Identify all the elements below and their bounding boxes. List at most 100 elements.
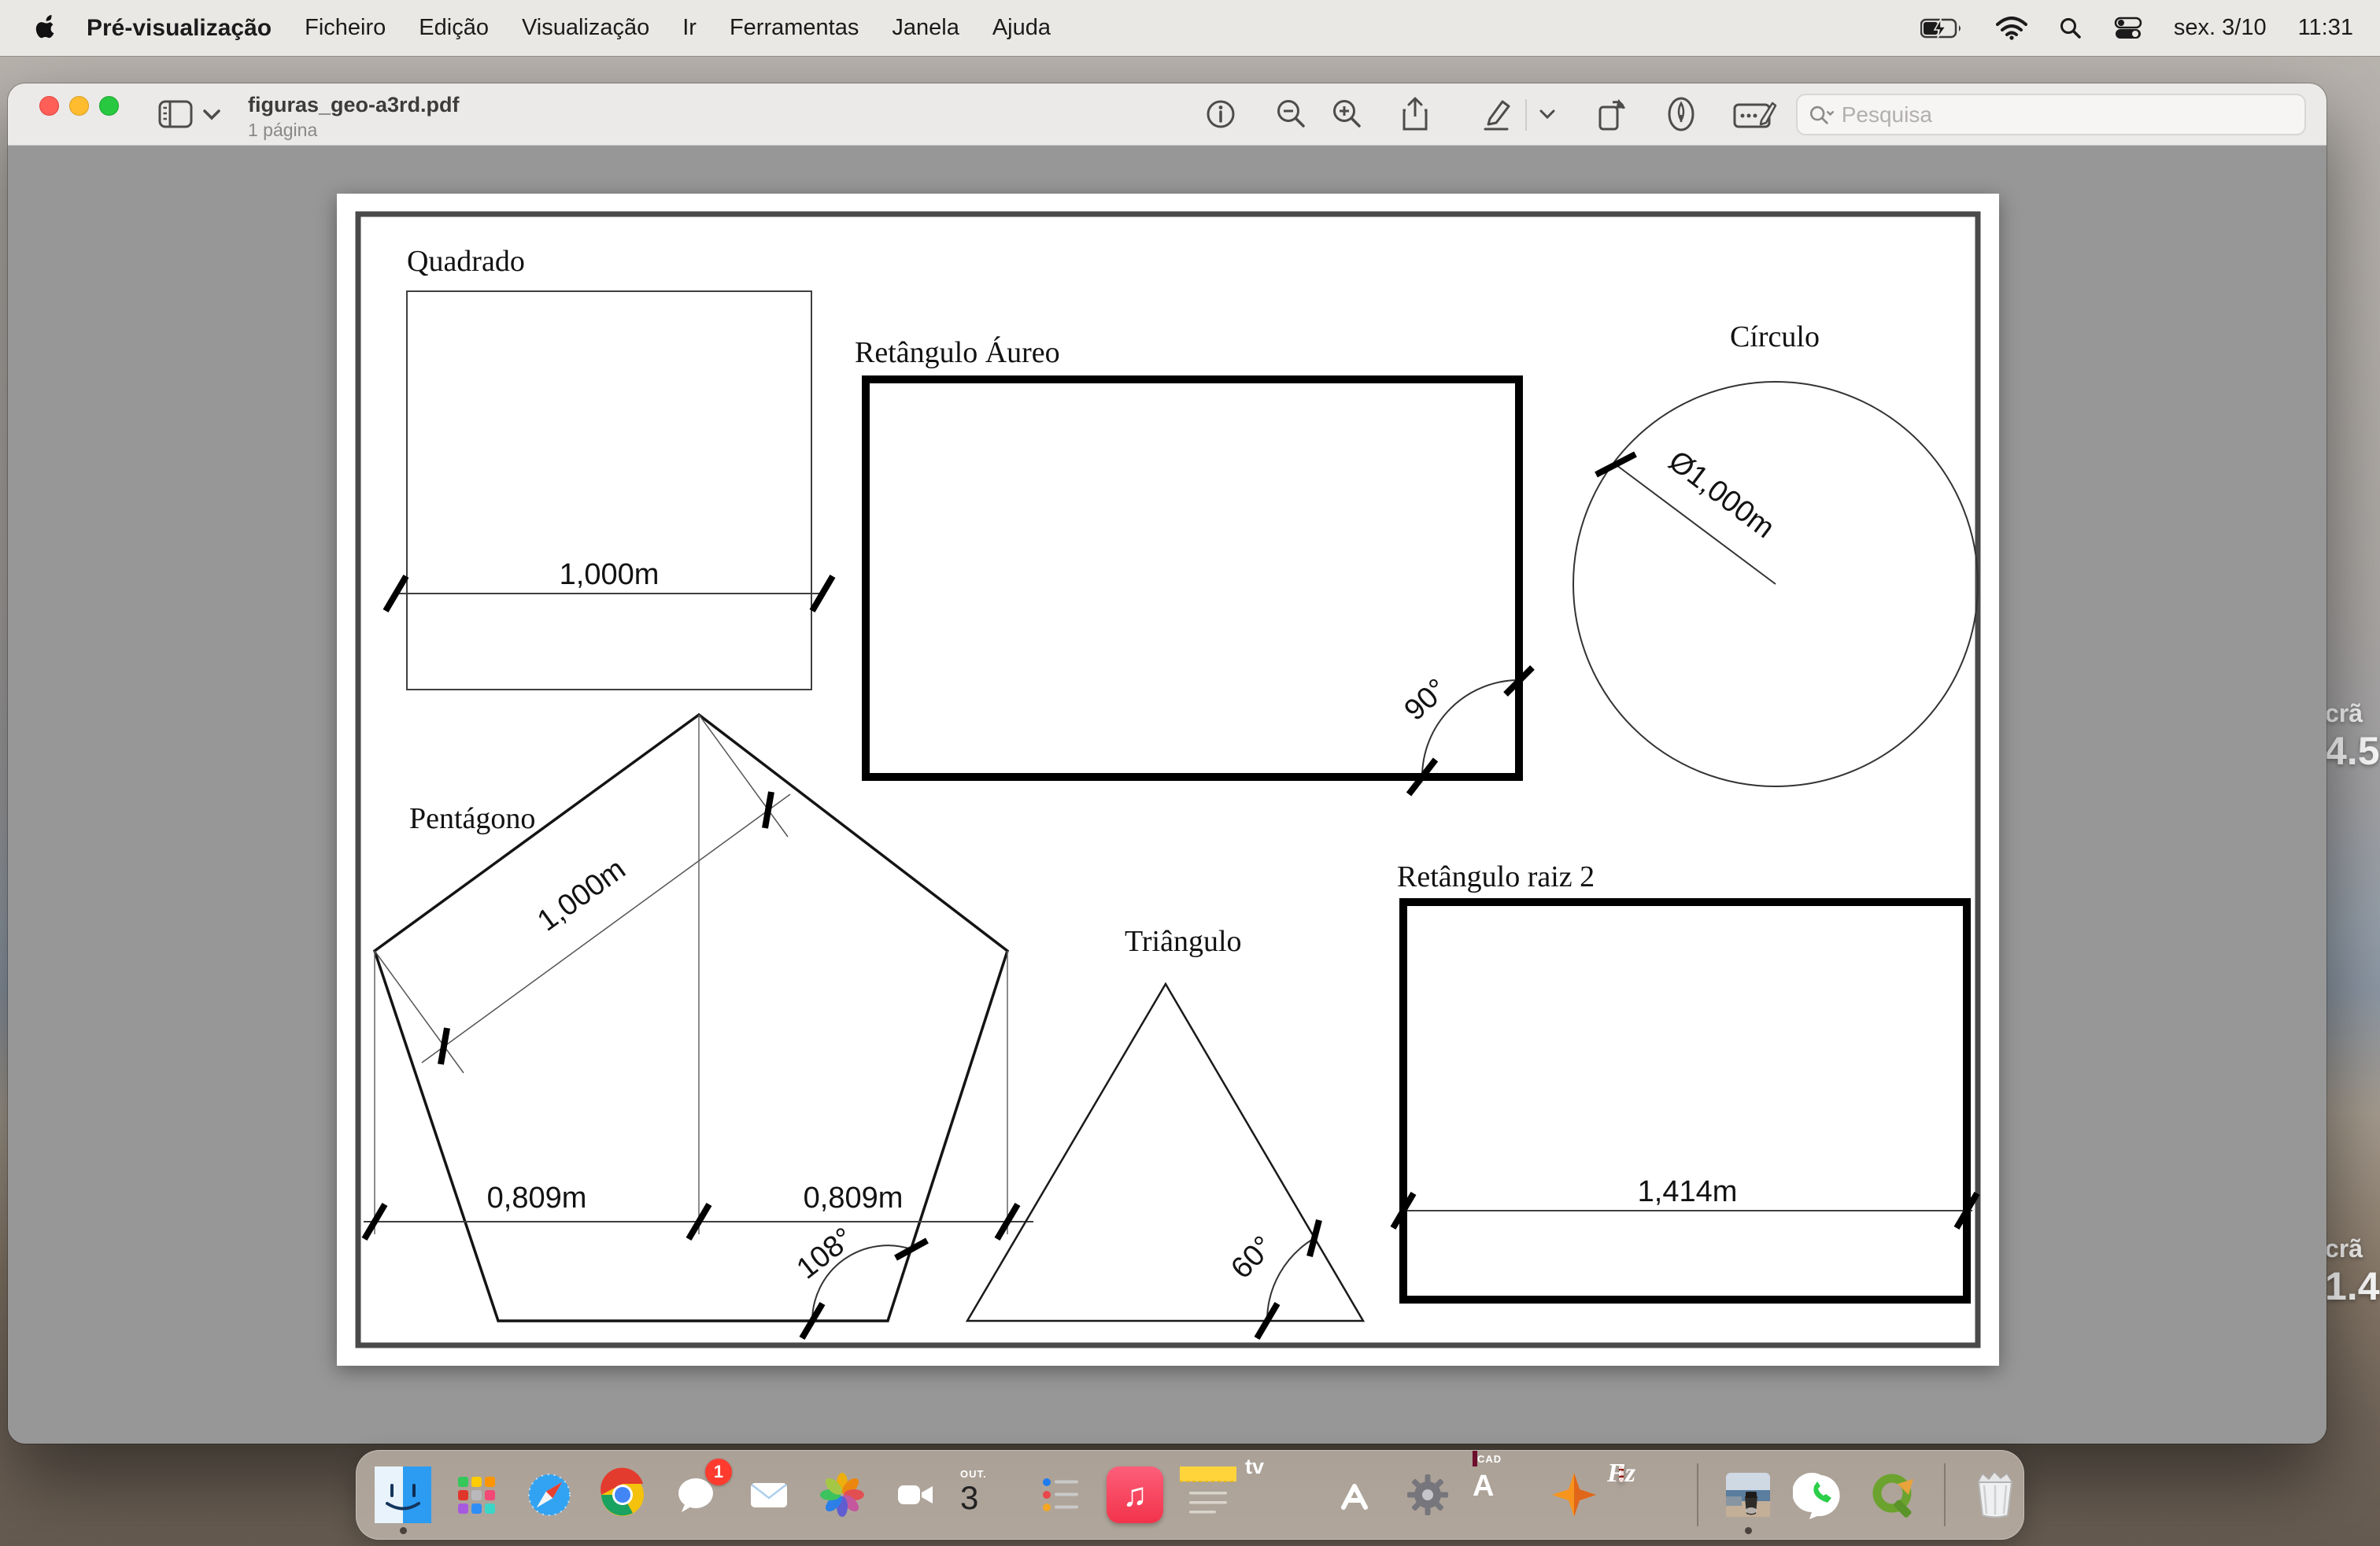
search-field[interactable]: [1796, 94, 2306, 135]
menu-janela[interactable]: Janela: [892, 15, 959, 41]
markup-pencil-button[interactable]: [1476, 92, 1516, 136]
dimension-label: 1,414m: [1638, 1175, 1738, 1208]
dock-facetime[interactable]: [887, 1466, 944, 1523]
dock-trash[interactable]: [1967, 1466, 2023, 1523]
dock-launchpad[interactable]: [448, 1466, 504, 1523]
dock: 1: [356, 1450, 2024, 1540]
figures-drawing: Quadrado 1,000m Retângulo Áureo: [337, 194, 1999, 1366]
dock-finder[interactable]: [375, 1466, 431, 1523]
widget-value: 4.57: [2325, 728, 2380, 774]
menu-time[interactable]: 11:31: [2298, 15, 2353, 41]
dock-chrome[interactable]: [594, 1466, 651, 1523]
spotlight-icon[interactable]: [2059, 17, 2082, 40]
figure-triangulo: Triângulo 60°: [967, 925, 1363, 1338]
dock-music[interactable]: ♫: [1107, 1466, 1163, 1523]
running-indicator: [1745, 1527, 1752, 1534]
trash-icon: [1967, 1466, 2023, 1523]
figure-title: Pentágono: [409, 802, 535, 835]
dock-autocad[interactable]: A CAD: [1473, 1466, 1529, 1523]
music-note-icon: ♫: [1122, 1476, 1148, 1514]
dock-apple-tv[interactable]: tv: [1253, 1466, 1310, 1523]
info-button[interactable]: [1201, 92, 1240, 136]
zoom-out-button[interactable]: [1271, 92, 1310, 136]
launchpad-icon: [448, 1466, 504, 1523]
title-bar: figuras_geo-a3rd.pdf 1 página: [8, 83, 2326, 146]
zoom-button[interactable]: [99, 96, 119, 116]
dock-messages[interactable]: 1: [667, 1466, 724, 1523]
dock-photos[interactable]: [814, 1466, 870, 1523]
search-input[interactable]: [1842, 102, 2293, 128]
menu-ir[interactable]: Ir: [682, 15, 697, 41]
figure-retangulo-raiz2: Retângulo raiz 2 1,414m: [1393, 860, 1977, 1300]
dock-safari[interactable]: [521, 1466, 578, 1523]
photos-icon: [814, 1466, 870, 1523]
dock-filezilla[interactable]: Fz: [1619, 1466, 1676, 1523]
chrome-icon: [594, 1466, 651, 1523]
dock-whatsapp[interactable]: [1793, 1466, 1850, 1523]
dock-reminders[interactable]: [1033, 1466, 1090, 1523]
share-button[interactable]: [1395, 92, 1435, 136]
window-title: figuras_geo-a3rd.pdf: [248, 93, 460, 117]
figure-title: Quadrado: [407, 245, 525, 278]
battery-icon[interactable]: [1920, 17, 1964, 39]
dock-app-store[interactable]: [1326, 1466, 1383, 1523]
messages-badge: 1: [705, 1459, 732, 1485]
figure-quadrado: Quadrado 1,000m: [386, 245, 833, 690]
minimize-button[interactable]: [69, 96, 89, 116]
preview-app-icon: [1720, 1466, 1776, 1523]
whatsapp-icon: [1793, 1466, 1850, 1523]
dock-calendar[interactable]: OUT. 3: [960, 1466, 1017, 1523]
toolbar-divider: [1525, 99, 1527, 131]
dock-qgis[interactable]: [1866, 1466, 1923, 1523]
pdf-page: Quadrado 1,000m Retângulo Áureo: [337, 194, 1999, 1366]
menu-ferramentas[interactable]: Ferramentas: [730, 15, 859, 41]
widget-label: crã: [2325, 699, 2380, 728]
menu-ficheiro[interactable]: Ficheiro: [305, 15, 386, 41]
facetime-icon: [887, 1466, 944, 1523]
angle-label: 90°: [1399, 672, 1454, 727]
dock-star-app[interactable]: [1546, 1466, 1602, 1523]
apple-icon: [31, 13, 58, 44]
dock-system-settings[interactable]: [1399, 1466, 1456, 1523]
preview-window: figuras_geo-a3rd.pdf 1 página: [8, 83, 2326, 1444]
dock-separator: [1697, 1463, 1698, 1526]
star-app-icon: [1546, 1466, 1602, 1523]
figure-circulo: Círculo Ø1,000m: [1573, 320, 1978, 786]
document-area[interactable]: Quadrado 1,000m Retângulo Áureo: [8, 146, 2326, 1444]
dock-preview[interactable]: [1720, 1466, 1776, 1523]
sidebar-toggle-button[interactable]: [156, 92, 195, 136]
figure-retangulo-aureo: Retângulo Áureo 90°: [855, 336, 1532, 794]
dock-mail[interactable]: [741, 1466, 797, 1523]
desktop: crã 4.57 crã 1.47 Pré-visualização Fiche…: [0, 0, 2380, 1546]
form-fill-button[interactable]: [1732, 92, 1778, 136]
gear-icon: [1399, 1466, 1456, 1523]
apple-menu[interactable]: [31, 13, 58, 44]
dimension-label: 0,809m: [487, 1182, 587, 1215]
menu-edicao[interactable]: Edição: [419, 15, 489, 41]
menu-ajuda[interactable]: Ajuda: [992, 15, 1051, 41]
running-indicator: [400, 1527, 407, 1534]
menu-app-name[interactable]: Pré-visualização: [87, 15, 272, 42]
dock-separator: [1944, 1463, 1946, 1526]
zoom-in-button[interactable]: [1327, 92, 1366, 136]
widget-label: crã: [2325, 1234, 2380, 1263]
wifi-icon[interactable]: [1996, 17, 2027, 40]
close-button[interactable]: [39, 96, 59, 116]
angle-label: 108°: [791, 1222, 860, 1285]
menu-bar: Pré-visualização Ficheiro Edição Visuali…: [0, 0, 2380, 56]
menu-date[interactable]: sex. 3/10: [2174, 15, 2267, 41]
figure-pentagono: Pentágono 0,809m 0,809m: [364, 715, 1033, 1338]
figure-title: Círculo: [1730, 320, 1820, 353]
dock-notes[interactable]: [1180, 1466, 1236, 1523]
rotate-button[interactable]: [1592, 92, 1632, 136]
desktop-widget-bottom: crã 1.47: [2325, 1234, 2380, 1309]
reminders-icon: [1033, 1466, 1090, 1523]
window-page-count: 1 página: [248, 120, 317, 141]
control-center-icon[interactable]: [2114, 17, 2142, 40]
mail-icon: [741, 1466, 797, 1523]
notes-icon: [1180, 1466, 1236, 1523]
annotate-pen-button[interactable]: [1661, 92, 1701, 136]
markup-chevron-down-icon[interactable]: [1533, 92, 1561, 136]
sidebar-chevron-down-icon[interactable]: [198, 92, 225, 136]
menu-visualizacao[interactable]: Visualização: [522, 15, 649, 41]
